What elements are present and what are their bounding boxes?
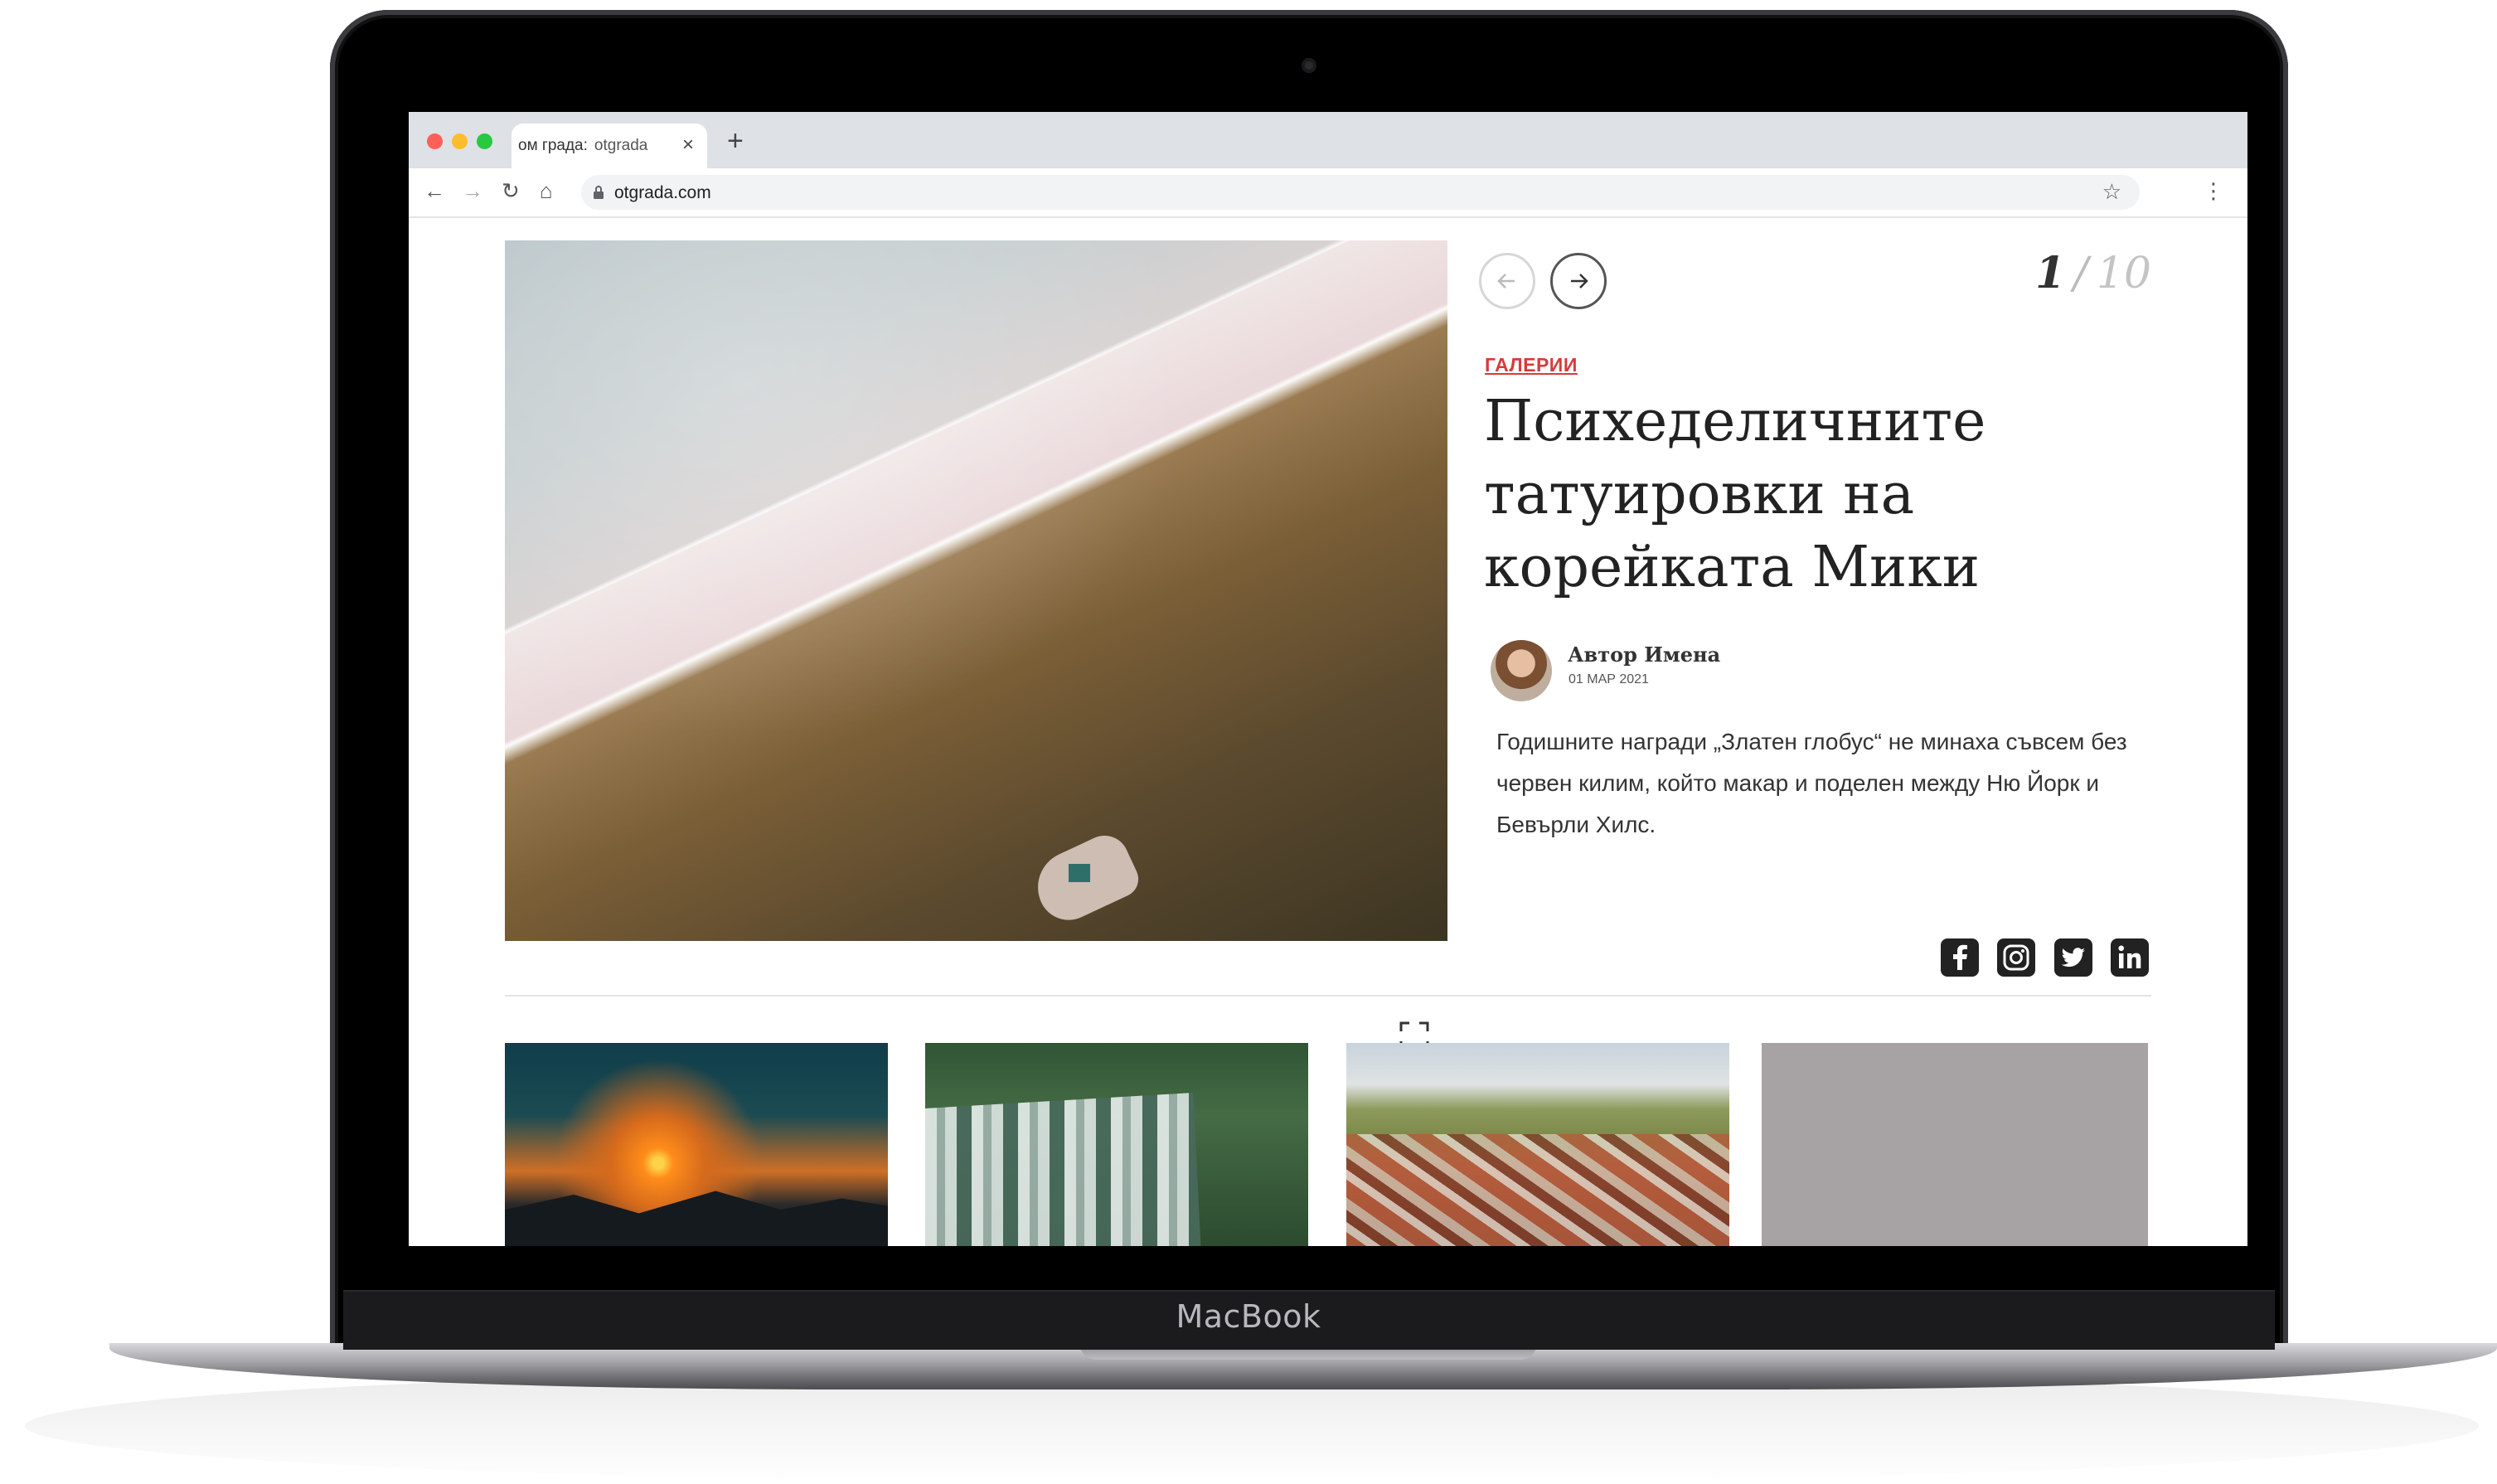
linkedin-icon [2118, 945, 2141, 968]
lock-icon [594, 186, 604, 199]
reload-icon[interactable]: ↻ [502, 178, 520, 203]
thumbnail-waterfall [925, 1093, 1201, 1246]
instagram-icon [2003, 944, 2029, 971]
author-avatar[interactable] [1491, 640, 1552, 701]
device-brand-label: MacBook [1176, 1298, 1321, 1335]
previous-slide-button[interactable] [1479, 253, 1535, 309]
author-name[interactable]: Автор Имена [1568, 643, 1720, 667]
active-tab[interactable]: ом града: otgrada × [512, 124, 707, 168]
url-text[interactable]: otgrada.com [614, 183, 711, 203]
category-link[interactable]: ГАЛЕРИИ [1485, 354, 1578, 376]
twitter-share-button[interactable] [2054, 938, 2092, 977]
arrow-left-icon [1497, 274, 1515, 289]
linkedin-share-button[interactable] [2111, 938, 2149, 977]
tab-title-text: ом града: [518, 137, 588, 154]
gallery-thumbnail[interactable] [1346, 1043, 1729, 1246]
tab-bar: ом града: otgrada × + [409, 112, 2247, 168]
forward-icon[interactable]: → [462, 178, 483, 203]
close-tab-icon[interactable]: × [682, 133, 694, 157]
image-lookout-roof [1069, 864, 1090, 882]
tab-site-name: otgrada [594, 137, 648, 154]
gallery-thumbnail[interactable] [925, 1043, 1308, 1246]
gallery-thumbnail-placeholder[interactable] [1762, 1043, 2148, 1246]
facebook-icon [1953, 944, 1967, 970]
next-slide-button[interactable] [1550, 253, 1607, 309]
current-slide: 1 [2035, 248, 2066, 298]
back-icon[interactable]: ← [424, 178, 445, 203]
address-bar[interactable]: otgrada.com ☆ [581, 175, 2140, 210]
image-sheen [505, 240, 1447, 941]
total-slides: 10 [2096, 249, 2151, 298]
browser-menu-icon[interactable]: ⋮ [2203, 178, 2224, 204]
twitter-icon [2061, 948, 2085, 968]
webcam [1302, 58, 1316, 73]
instagram-share-button[interactable] [1997, 938, 2035, 977]
bookmark-star-icon[interactable]: ☆ [2102, 179, 2121, 205]
counter-separator: / [2073, 249, 2088, 298]
thumbnail-town-roofs [1346, 1134, 1729, 1246]
article-lead: Годишните награди „Златен глобус“ не мин… [1496, 729, 2127, 837]
tab-title: ом града: otgrada [518, 137, 647, 155]
new-tab-button[interactable]: + [727, 127, 744, 155]
section-divider [505, 995, 2151, 997]
arrow-right-icon [1571, 274, 1588, 289]
close-window-button[interactable] [427, 133, 443, 149]
gallery-thumbnail[interactable] [505, 1043, 888, 1246]
slide-counter: 1/10 [1994, 245, 2151, 303]
maximize-window-button[interactable] [477, 133, 492, 149]
article-headline: Психеделичните татуировки на корейката М… [1484, 389, 1986, 600]
thumbnail-mountain-ridge [505, 1191, 888, 1246]
gallery-main-image[interactable] [505, 240, 1447, 1069]
home-icon[interactable]: ⌂ [540, 178, 553, 203]
minimize-window-button[interactable] [452, 133, 468, 149]
browser-toolbar: ← → ↻ ⌂ otgrada.com ☆ ⋮ [409, 168, 2247, 218]
facebook-share-button[interactable] [1941, 938, 1979, 977]
publish-date: 01 МАР 2021 [1569, 672, 1649, 686]
browser-window: ом града: otgrada × + ← → ↻ ⌂ otgrada.com… [409, 112, 2247, 1246]
